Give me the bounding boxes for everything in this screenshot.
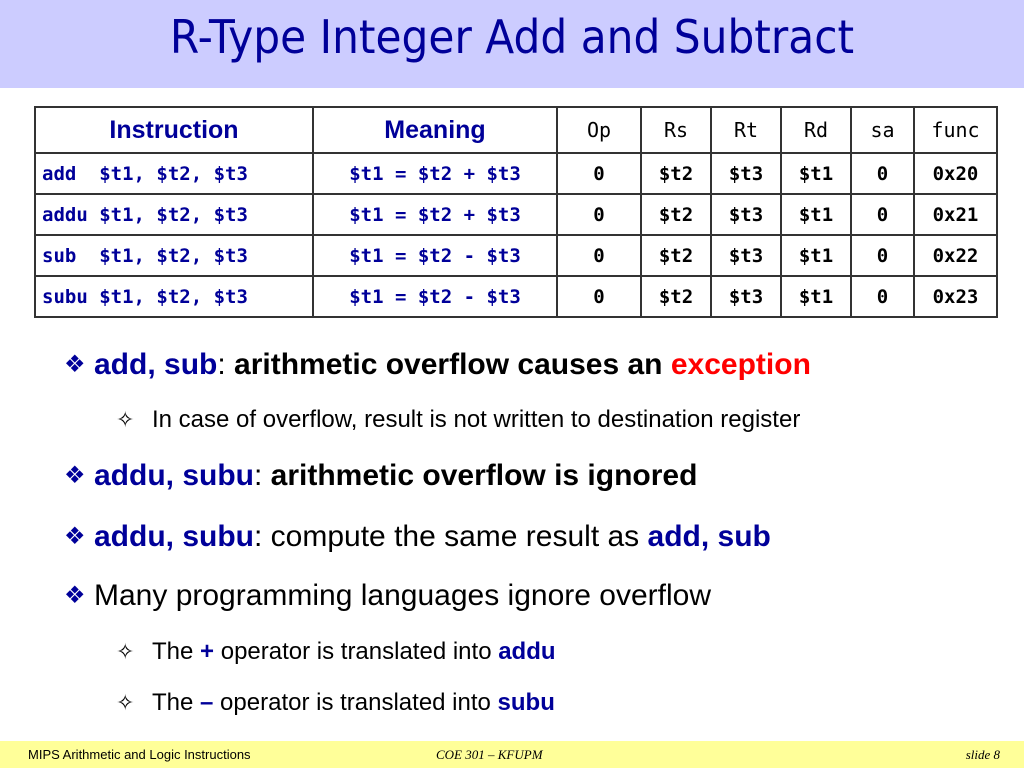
cell-rt: $t3 (710, 152, 782, 195)
footer-course-topic: MIPS Arithmetic and Logic Instructions (28, 747, 251, 762)
cell-rd: $t1 (780, 275, 852, 318)
header-rs: Rs (640, 106, 712, 154)
cell-func: 0x21 (913, 193, 998, 236)
instruction-table: Instruction Meaning Op Rs Rt Rd sa func … (34, 106, 998, 318)
bullet-add-sub-exception: ❖ add, sub: arithmetic overflow causes an… (64, 348, 811, 381)
sub-bullet-plus-operator: ✧ The + operator is translated into addu (116, 638, 556, 665)
cell-meaning: $t1 = $t2 - $t3 (312, 234, 558, 277)
cell-rd: $t1 (780, 234, 852, 277)
cell-func: 0x23 (913, 275, 998, 318)
table-row: add $t1, $t2, $t3 $t1 = $t2 + $t3 0 $t2 … (34, 152, 998, 195)
sub-bullet-overflow-result: ✧ In case of overflow, result is not writ… (116, 406, 801, 433)
cell-rt: $t3 (710, 234, 782, 277)
cell-rs: $t2 (640, 275, 712, 318)
star-bullet-icon: ✧ (116, 407, 135, 432)
slide-title: R-Type Integer Add and Subtract (169, 10, 855, 64)
cell-rd: $t1 (780, 193, 852, 236)
diamond-bullet-icon: ❖ (64, 351, 86, 378)
header-sa: sa (850, 106, 915, 154)
star-bullet-icon: ✧ (116, 690, 135, 715)
table-row: subu $t1, $t2, $t3 $t1 = $t2 - $t3 0 $t2… (34, 275, 998, 318)
header-func: func (913, 106, 998, 154)
header-rt: Rt (710, 106, 782, 154)
cell-instruction: subu $t1, $t2, $t3 (34, 275, 314, 318)
star-bullet-icon: ✧ (116, 639, 135, 664)
cell-op: 0 (556, 152, 642, 195)
cell-rs: $t2 (640, 234, 712, 277)
bullet-languages-ignore-overflow: ❖ Many programming languages ignore overf… (64, 579, 711, 612)
cell-rs: $t2 (640, 152, 712, 195)
cell-meaning: $t1 = $t2 - $t3 (312, 275, 558, 318)
sub-bullet-minus-operator: ✧ The – operator is translated into subu (116, 689, 555, 716)
diamond-bullet-icon: ❖ (64, 582, 86, 609)
header-meaning: Meaning (312, 106, 558, 154)
cell-sa: 0 (850, 152, 915, 195)
cell-rt: $t3 (710, 193, 782, 236)
cell-op: 0 (556, 193, 642, 236)
bullet-addu-subu-ignored: ❖ addu, subu: arithmetic overflow is igno… (64, 459, 698, 492)
header-instruction: Instruction (34, 106, 314, 154)
cell-meaning: $t1 = $t2 + $t3 (312, 152, 558, 195)
title-bar: R-Type Integer Add and Subtract (0, 0, 1024, 88)
cell-instruction: addu $t1, $t2, $t3 (34, 193, 314, 236)
cell-sa: 0 (850, 275, 915, 318)
diamond-bullet-icon: ❖ (64, 523, 86, 550)
exception-highlight: exception (670, 348, 811, 381)
footer-course-code: COE 301 – KFUPM (436, 747, 543, 762)
footer-slide-number: slide 8 (965, 747, 1000, 762)
header-op: Op (556, 106, 642, 154)
cell-func: 0x22 (913, 234, 998, 277)
cell-instruction: add $t1, $t2, $t3 (34, 152, 314, 195)
cell-instruction: sub $t1, $t2, $t3 (34, 234, 314, 277)
cell-rs: $t2 (640, 193, 712, 236)
cell-func: 0x20 (913, 152, 998, 195)
bullet-addu-subu-same-result: ❖ addu, subu: compute the same result as … (64, 520, 771, 553)
cell-rd: $t1 (780, 152, 852, 195)
cell-sa: 0 (850, 234, 915, 277)
cell-meaning: $t1 = $t2 + $t3 (312, 193, 558, 236)
cell-sa: 0 (850, 193, 915, 236)
table-row: addu $t1, $t2, $t3 $t1 = $t2 + $t3 0 $t2… (34, 193, 998, 236)
cell-op: 0 (556, 275, 642, 318)
cell-op: 0 (556, 234, 642, 277)
cell-rt: $t3 (710, 275, 782, 318)
table-header-row: Instruction Meaning Op Rs Rt Rd sa func (34, 106, 998, 154)
footer-bar: MIPS Arithmetic and Logic Instructions C… (0, 741, 1024, 768)
diamond-bullet-icon: ❖ (64, 462, 86, 489)
table-row: sub $t1, $t2, $t3 $t1 = $t2 - $t3 0 $t2 … (34, 234, 998, 277)
header-rd: Rd (780, 106, 852, 154)
